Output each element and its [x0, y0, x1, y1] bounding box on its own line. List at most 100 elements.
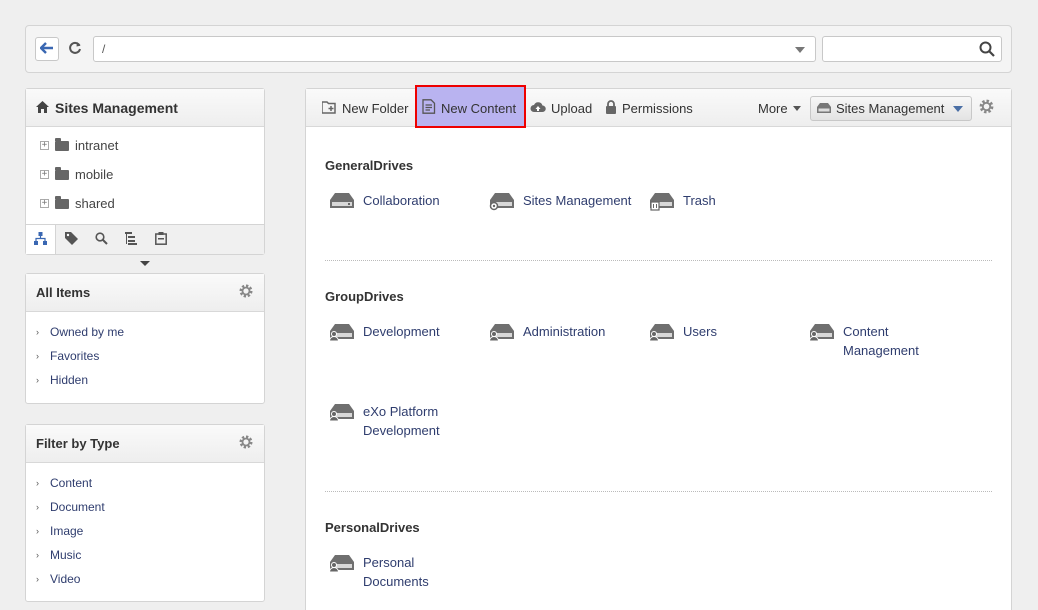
new-folder-icon	[321, 100, 337, 117]
tree-item-shared[interactable]: + shared	[40, 189, 264, 218]
sites-drive-icon	[489, 191, 515, 211]
personal-drives-title: PersonalDrives	[325, 520, 420, 535]
drive-development[interactable]: Development	[328, 322, 489, 342]
group-drive-icon	[328, 402, 355, 422]
list-item-label: Image	[50, 524, 84, 538]
all-items-title: All Items	[36, 285, 91, 300]
drive-content-management[interactable]: Content Management	[808, 322, 969, 360]
bullet-icon: ›	[36, 550, 39, 560]
tab-tags[interactable]	[56, 225, 86, 254]
filter-item-document[interactable]: › Document	[36, 495, 264, 519]
group-drive-icon	[328, 322, 355, 342]
gear-icon[interactable]	[238, 283, 254, 302]
gear-icon[interactable]	[978, 98, 995, 118]
tree-item-mobile[interactable]: + mobile	[40, 160, 264, 189]
drive-collaboration[interactable]: Collaboration	[329, 191, 489, 211]
drive-icon	[817, 101, 831, 116]
tree-item-label: mobile	[75, 167, 114, 182]
tab-clipboard[interactable]	[146, 225, 176, 254]
filter-list: › Content › Document › Image › Music › V…	[26, 463, 264, 591]
drive-administration[interactable]: Administration	[488, 322, 649, 342]
search-icon[interactable]	[979, 41, 995, 60]
section-divider	[325, 491, 992, 492]
clipboard-icon	[155, 231, 167, 248]
bullet-icon: ›	[36, 574, 39, 584]
drive-select-label: Sites Management	[836, 101, 945, 116]
bullet-icon: ›	[36, 502, 39, 512]
drive-label: Users	[683, 324, 717, 339]
tree-icon	[34, 231, 47, 248]
list-item-label: Content	[50, 476, 93, 490]
filter-item-music[interactable]: › Music	[36, 543, 264, 567]
tree-item-label: shared	[75, 196, 115, 211]
home-icon	[36, 100, 49, 116]
drive-label: Sites Management	[523, 193, 632, 208]
drive-label: Administration	[523, 324, 606, 339]
list-item-label: Favorites	[50, 349, 100, 363]
filter-item-content[interactable]: › Content	[36, 471, 264, 495]
hierarchy-icon	[124, 231, 138, 248]
drive-label: Development	[363, 324, 440, 339]
filter-title: Filter by Type	[36, 436, 120, 451]
drive-label: eXo Platform Development	[363, 404, 440, 438]
new-folder-button[interactable]: New Folder	[321, 89, 409, 127]
drive-trash[interactable]: Trash	[649, 191, 809, 211]
drive-personal-documents[interactable]: Personal Documents	[328, 553, 489, 591]
expand-icon[interactable]: +	[40, 141, 49, 150]
upload-icon	[530, 101, 546, 116]
group-drive-icon	[488, 322, 515, 342]
expand-icon[interactable]: +	[40, 199, 49, 208]
bullet-icon: ›	[36, 478, 39, 488]
search-input[interactable]	[822, 36, 1002, 62]
list-item-label: Owned by me	[50, 325, 125, 339]
drive-label: Content Management	[843, 324, 919, 358]
drive-label: Trash	[683, 193, 716, 208]
site-tree: + intranet + mobile + shared	[26, 127, 264, 218]
all-items-header: All Items	[26, 274, 264, 312]
drive-sites-management[interactable]: Sites Management	[489, 191, 649, 211]
address-input[interactable]: /	[93, 36, 816, 62]
new-content-icon	[422, 99, 436, 117]
tab-hierarchy[interactable]	[116, 225, 146, 254]
refresh-icon	[68, 41, 82, 58]
collapse-caret-icon[interactable]	[140, 261, 150, 266]
all-items-panel: All Items › Owned by me › Favorites › Hi…	[25, 273, 265, 404]
refresh-button[interactable]	[64, 37, 86, 61]
filter-header: Filter by Type	[26, 425, 264, 463]
address-path: /	[102, 42, 106, 56]
list-item-hidden[interactable]: › Hidden	[36, 368, 264, 392]
drive-users[interactable]: Users	[648, 322, 809, 342]
permissions-button[interactable]: Permissions	[605, 89, 693, 127]
chevron-down-icon	[953, 105, 964, 112]
tab-tree[interactable]	[26, 225, 56, 254]
action-toolbar: New Folder New Content Upload Permission…	[306, 85, 1011, 128]
back-button[interactable]	[35, 37, 59, 61]
group-drives-title: GroupDrives	[325, 289, 404, 304]
group-drive-icon	[808, 322, 835, 342]
filter-item-video[interactable]: › Video	[36, 567, 264, 591]
general-drives-title: GeneralDrives	[325, 158, 414, 173]
bullet-icon: ›	[36, 327, 39, 337]
more-button[interactable]: More	[758, 89, 801, 127]
list-item-owned-by-me[interactable]: › Owned by me	[36, 320, 264, 344]
sites-panel-title: Sites Management	[55, 99, 178, 116]
expand-icon[interactable]: +	[40, 170, 49, 179]
trash-drive-icon	[649, 191, 675, 211]
list-item-favorites[interactable]: › Favorites	[36, 344, 264, 368]
tree-item-intranet[interactable]: + intranet	[40, 131, 264, 160]
upload-label: Upload	[551, 100, 593, 116]
folder-icon	[55, 137, 69, 151]
gear-icon[interactable]	[238, 434, 254, 453]
drive-select[interactable]: Sites Management	[810, 96, 972, 121]
bullet-icon: ›	[36, 351, 39, 361]
filter-item-image[interactable]: › Image	[36, 519, 264, 543]
chevron-down-icon[interactable]	[795, 47, 805, 53]
drive-exo-platform-development[interactable]: eXo Platform Development	[328, 402, 489, 440]
new-folder-label: New Folder	[342, 100, 409, 116]
new-content-button[interactable]: New Content	[422, 89, 516, 127]
new-content-label: New Content	[441, 100, 517, 116]
drive-icon	[329, 191, 355, 211]
upload-button[interactable]: Upload	[530, 89, 592, 127]
tab-search[interactable]	[86, 225, 116, 254]
lock-icon	[605, 99, 617, 117]
